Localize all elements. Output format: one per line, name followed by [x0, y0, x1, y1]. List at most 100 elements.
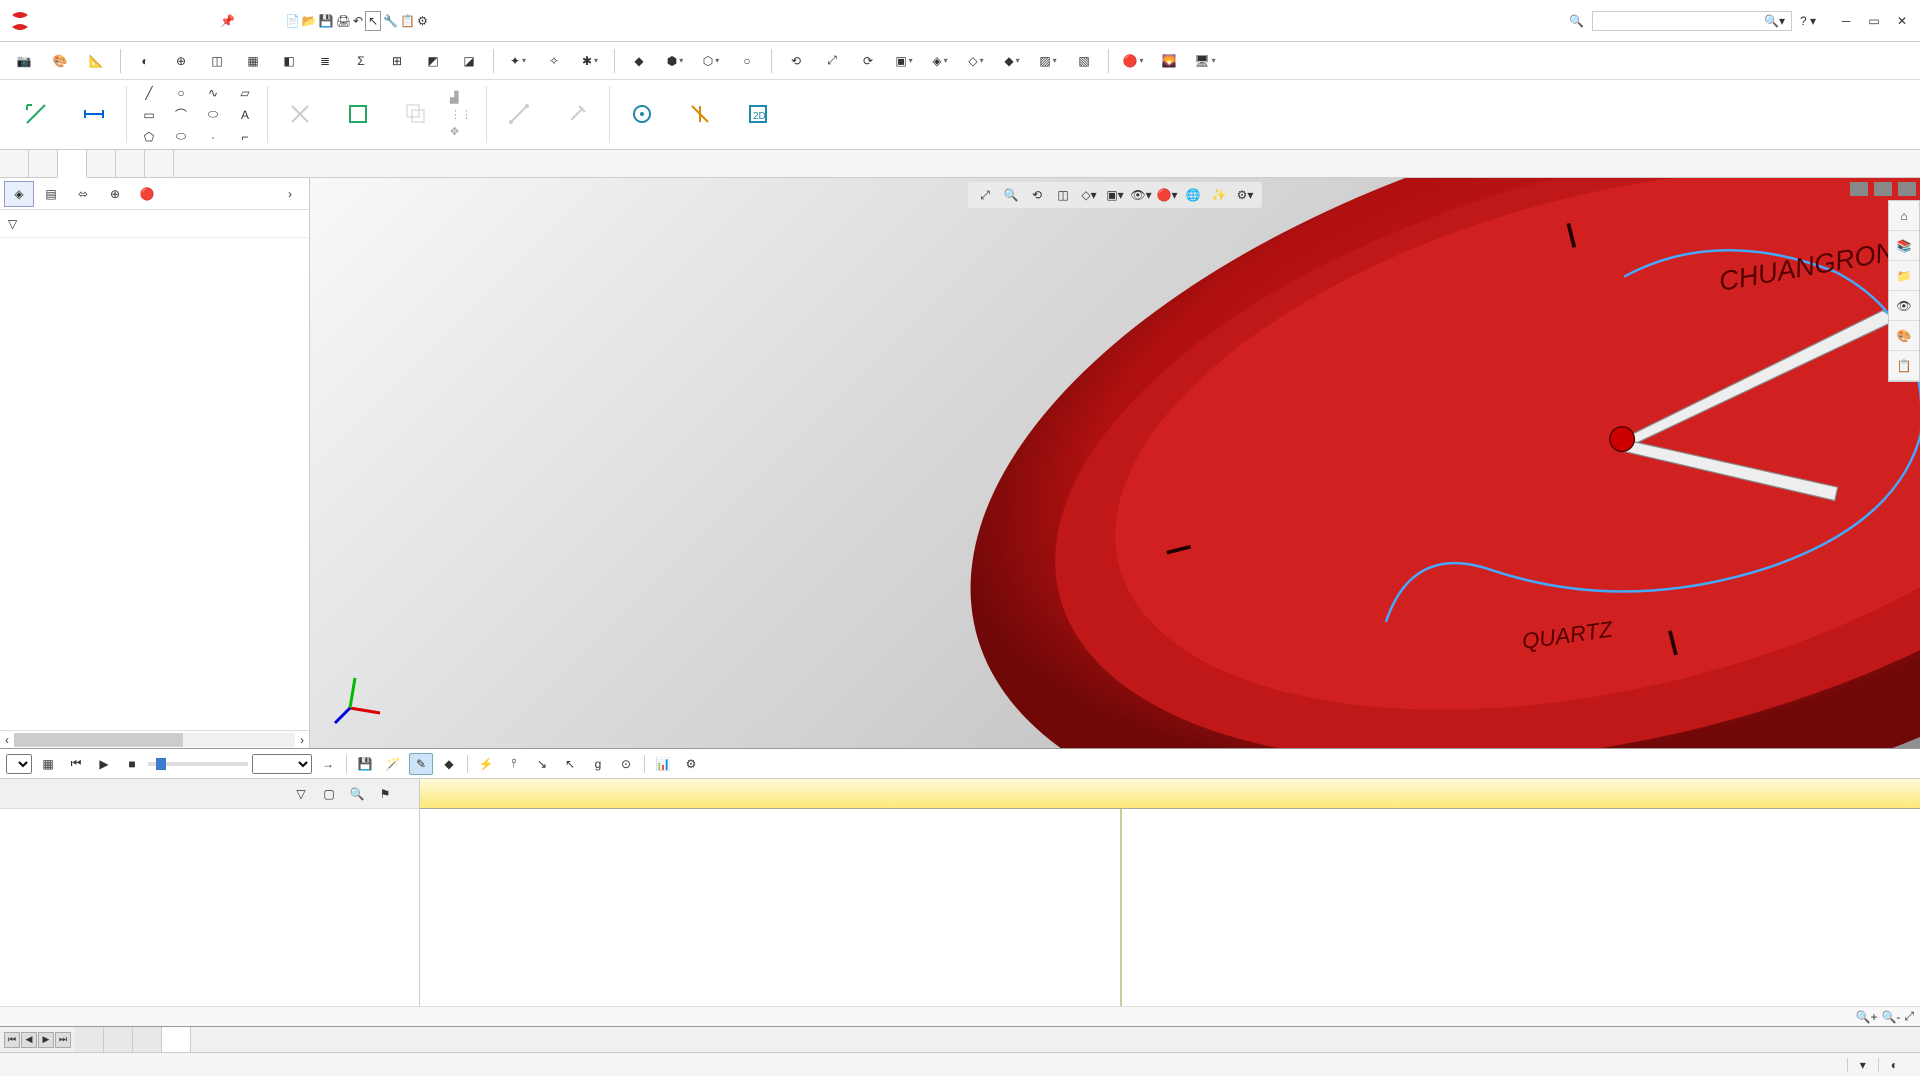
mt-zoom-icon[interactable]: 🔍 [345, 783, 369, 805]
filter-icon[interactable]: ▽ [8, 217, 17, 231]
tb-display-icon[interactable]: 🖥 [1189, 46, 1221, 76]
tb-icon-25[interactable]: ▧ [1068, 46, 1100, 76]
tb-icon-20[interactable]: ▣ [888, 46, 920, 76]
new-button[interactable]: 📄 [285, 14, 300, 28]
stop-button[interactable]: ■ [120, 753, 144, 775]
text-tool[interactable]: A [231, 106, 259, 124]
tab-model[interactable] [75, 1027, 104, 1052]
tab-mbd[interactable] [145, 150, 174, 177]
contact-button[interactable]: ↘ [530, 753, 554, 775]
menu-tools[interactable] [144, 10, 164, 32]
feature-tree[interactable] [0, 238, 309, 730]
tb-icon-1[interactable]: ◐ [129, 46, 161, 76]
status-units[interactable]: ▾ [1847, 1058, 1878, 1072]
tb-scene-icon[interactable]: 🌄 [1153, 46, 1185, 76]
loop-button[interactable]: → [316, 753, 340, 775]
rect-tool[interactable]: ▭ [135, 106, 163, 124]
config-tab[interactable]: ⬄ [68, 181, 98, 207]
tab-nav-first[interactable]: ⏮ [4, 1032, 20, 1048]
playback-slider[interactable] [148, 762, 248, 766]
taskpane-file-icon[interactable]: 📁 [1889, 261, 1919, 291]
timeline-ruler[interactable] [420, 779, 1920, 809]
rapid-sketch-button[interactable] [672, 82, 728, 147]
appearance-icon[interactable]: 🔴▾ [1156, 184, 1178, 206]
circle-tool[interactable]: ○ [167, 84, 195, 102]
gravity-button[interactable]: g [586, 753, 610, 775]
mb-zoom-in-icon[interactable]: 🔍+ [1856, 1010, 1878, 1024]
damper-button[interactable]: ⊙ [614, 753, 638, 775]
tab-addins[interactable] [116, 150, 145, 177]
tb-icon-23[interactable]: ◆ [996, 46, 1028, 76]
menu-view[interactable] [100, 10, 120, 32]
status-extra-icon[interactable]: ◐ [1878, 1058, 1910, 1072]
tb-icon-19[interactable]: ⟳ [852, 46, 884, 76]
arc-tool[interactable]: ⌒ [167, 106, 195, 124]
taskpane-home-icon[interactable]: ⌂ [1889, 201, 1919, 231]
smart-dimension-button[interactable] [66, 82, 122, 147]
zoom-fit-icon[interactable]: ⤢ [974, 184, 996, 206]
mt-filter-icon[interactable]: ▽ [289, 783, 313, 805]
render-icon[interactable]: ✨ [1208, 184, 1230, 206]
tb-icon-24[interactable]: ▨ [1032, 46, 1064, 76]
open-button[interactable]: 📂 [302, 14, 317, 28]
anim-wizard-button[interactable]: 🪄 [381, 753, 405, 775]
tab-layout[interactable] [29, 150, 58, 177]
search-icon[interactable]: 🔍▾ [1764, 14, 1785, 28]
addkey-button[interactable]: ◆ [437, 753, 461, 775]
spring-button[interactable]: ⫯ [502, 753, 526, 775]
tab-3dviews[interactable] [104, 1027, 133, 1052]
search-toggle-icon[interactable]: 🔍 [1569, 14, 1584, 28]
menu-file[interactable] [56, 10, 76, 32]
view-orient-icon[interactable]: ◇▾ [1078, 184, 1100, 206]
tb-icon-6[interactable]: ≣ [309, 46, 341, 76]
taskpane-lib-icon[interactable]: 📚 [1889, 231, 1919, 261]
hide-show-icon[interactable]: 👁▾ [1130, 184, 1152, 206]
play-button[interactable]: ▶ [92, 753, 116, 775]
mb-zoom-fit-icon[interactable]: ⤢ [1904, 1009, 1914, 1024]
section-icon[interactable]: ◫ [1052, 184, 1074, 206]
menu-insert[interactable] [122, 10, 142, 32]
tab-evaluate[interactable] [87, 150, 116, 177]
tb-icon-3[interactable]: ◫ [201, 46, 233, 76]
menu-edit[interactable] [78, 10, 98, 32]
tb-sigma-icon[interactable]: Σ [345, 46, 377, 76]
settings-button[interactable]: ⚙ [417, 14, 428, 28]
menu-pin-icon[interactable]: 📌 [210, 10, 245, 32]
point-tool[interactable]: · [199, 128, 227, 146]
menu-window[interactable] [166, 10, 186, 32]
search-input[interactable] [1599, 14, 1764, 28]
vp-min-icon[interactable] [1850, 182, 1868, 196]
force-button[interactable]: ↖ [558, 753, 582, 775]
sketch-button[interactable] [8, 82, 64, 147]
tb-icon-10[interactable]: ✦ [502, 46, 534, 76]
settings-icon[interactable]: ⚙▾ [1234, 184, 1256, 206]
close-button[interactable]: ✕ [1892, 11, 1912, 31]
tb-icon-13[interactable]: ◆ [623, 46, 655, 76]
tb-icon-9[interactable]: ◪ [453, 46, 485, 76]
mb-zoom-out-icon[interactable]: 🔍- [1881, 1010, 1900, 1024]
maximize-button[interactable]: ▭ [1864, 11, 1884, 31]
mt-option-icon[interactable]: ⚑ [373, 783, 397, 805]
tb-icon-8[interactable]: ◩ [417, 46, 449, 76]
flyout-button[interactable]: › [275, 181, 305, 207]
vp-max-icon[interactable] [1874, 182, 1892, 196]
taskpane-appear-icon[interactable]: 🎨 [1889, 321, 1919, 351]
tb-icon-21[interactable]: ◈ [924, 46, 956, 76]
speed-select[interactable] [252, 754, 312, 774]
menu-help[interactable] [188, 10, 208, 32]
feature-tree-tab[interactable]: ◈ [4, 181, 34, 207]
mt-collapse-icon[interactable]: ▢ [317, 783, 341, 805]
rebuild-button[interactable]: 🔧 [383, 14, 398, 28]
tb-icon-2[interactable]: ⊕ [165, 46, 197, 76]
line-tool[interactable]: ╱ [135, 84, 163, 102]
calculate-button[interactable]: ▦ [36, 753, 60, 775]
measure-icon[interactable]: 📐 [80, 46, 112, 76]
results-button[interactable]: 📊 [651, 753, 675, 775]
quick-snaps-button[interactable] [614, 82, 670, 147]
tab-nav-next[interactable]: ▶ [38, 1032, 54, 1048]
save-button[interactable]: 💾 [319, 14, 334, 28]
convert-entities-button[interactable] [330, 82, 386, 147]
tb-icon-5[interactable]: ◧ [273, 46, 305, 76]
fillet-tool[interactable]: ⌐ [231, 128, 259, 146]
select-button[interactable]: ↖ [365, 11, 381, 31]
